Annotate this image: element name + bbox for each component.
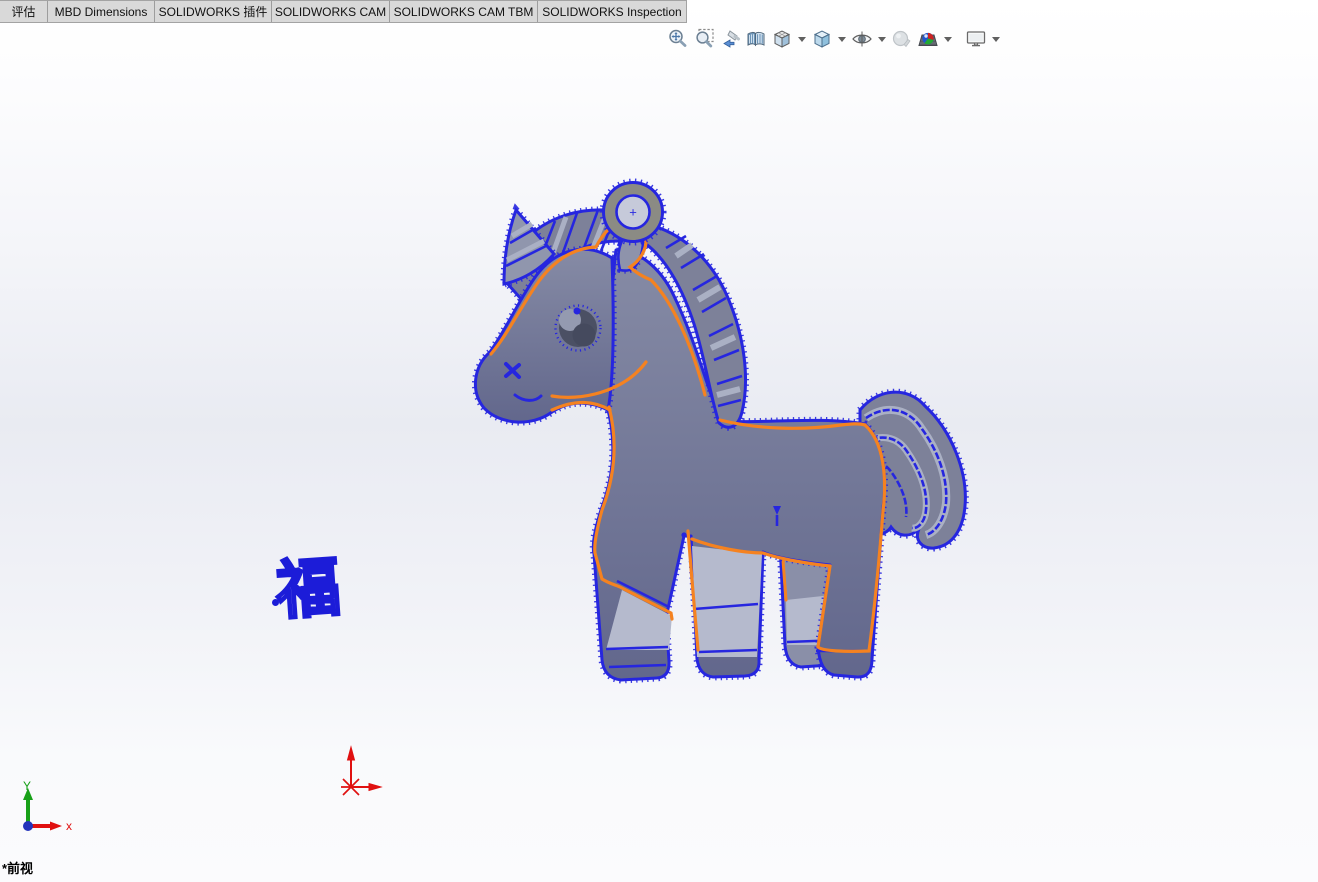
sketch-point[interactable]: [681, 532, 687, 538]
tab-label: SOLIDWORKS CAM: [274, 4, 387, 19]
tab-solidworks-inspection[interactable]: SOLIDWORKS Inspection: [538, 1, 686, 22]
command-tab-bar: 评估 MBD Dimensions SOLIDWORKS 插件 SOLIDWOR…: [0, 0, 687, 23]
sketch-point-dot[interactable]: [272, 599, 279, 606]
triad-y-label: Y: [23, 780, 31, 793]
previous-view-icon[interactable]: [718, 27, 742, 51]
heads-up-view-toolbar: [666, 27, 1002, 51]
sketch-text-fu[interactable]: 福: [273, 536, 344, 632]
reference-triad: Y x: [23, 780, 72, 833]
tab-solidworks-addins[interactable]: SOLIDWORKS 插件: [155, 1, 272, 22]
tab-label: 评估: [11, 5, 36, 19]
view-orientation-icon[interactable]: [770, 27, 794, 51]
view-settings-dropdown-caret[interactable]: [992, 36, 1000, 42]
view-settings-icon[interactable]: [964, 27, 988, 51]
section-view-icon[interactable]: [744, 27, 768, 51]
edit-appearance-icon[interactable]: [890, 27, 914, 51]
ring-center-mark: +: [629, 205, 637, 220]
tab-label: SOLIDWORKS 插件: [158, 5, 268, 19]
display-style-dropdown-caret[interactable]: [838, 36, 846, 42]
hanger-ring[interactable]: +: [599, 178, 667, 246]
zoom-to-fit-icon[interactable]: [666, 27, 690, 51]
hide-show-items-dropdown-caret[interactable]: [878, 36, 886, 42]
graphics-viewport[interactable]: 评估 MBD Dimensions SOLIDWORKS 插件 SOLIDWOR…: [0, 0, 1318, 882]
tab-solidworks-cam[interactable]: SOLIDWORKS CAM: [272, 1, 390, 22]
view-orientation-dropdown-caret[interactable]: [798, 36, 806, 42]
pony-body[interactable]: [593, 250, 884, 680]
apply-scene-icon[interactable]: [916, 27, 940, 51]
triad-x-label: x: [66, 819, 72, 833]
tab-solidworks-cam-tbm[interactable]: SOLIDWORKS CAM TBM: [390, 1, 538, 22]
zoom-to-area-icon[interactable]: [692, 27, 716, 51]
display-style-icon[interactable]: [810, 27, 834, 51]
tab-label: SOLIDWORKS CAM TBM: [393, 4, 534, 19]
tab-mbd-dimensions[interactable]: MBD Dimensions: [48, 1, 155, 22]
unicorn-sketch-model[interactable]: +: [460, 148, 980, 688]
sketch-origin[interactable]: [338, 740, 398, 804]
tab-label: MBD Dimensions: [54, 4, 148, 19]
apply-scene-dropdown-caret[interactable]: [944, 36, 952, 42]
hide-show-items-icon[interactable]: [850, 27, 874, 51]
view-orientation-label: *前视: [2, 861, 34, 876]
front-right-sock: [692, 546, 762, 657]
tab-evaluate[interactable]: 评估: [0, 1, 48, 22]
tab-label: SOLIDWORKS Inspection: [542, 4, 682, 19]
